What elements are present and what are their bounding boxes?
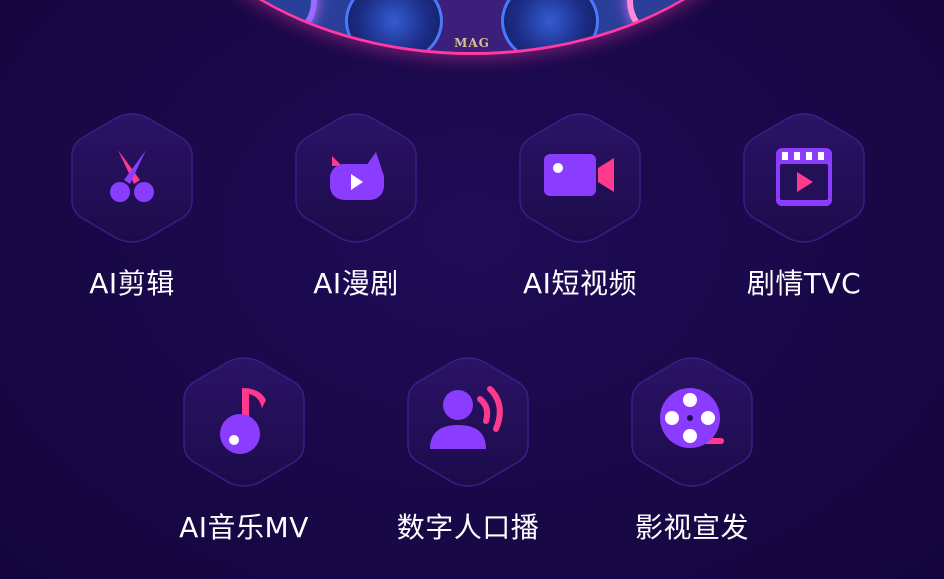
feature-tile-ai-short-video[interactable]: AI短视频	[500, 108, 660, 302]
feature-label: AI音乐MV	[179, 511, 309, 544]
video-camera-icon	[540, 148, 620, 208]
feature-label: AI短视频	[523, 267, 637, 300]
feature-label: 数字人口播	[396, 511, 540, 544]
feature-tile-film-promotion[interactable]: 影视宣发	[612, 352, 772, 546]
feature-label: AI剪辑	[89, 267, 175, 300]
feature-page: MAG AI剪辑 AI漫剧 AI短视频 剧情TVC AI音乐MV 数字人口播 影…	[0, 0, 944, 579]
hex-badge	[174, 352, 314, 492]
comic-cat-icon	[324, 144, 388, 212]
feature-tile-ai-comic[interactable]: AI漫剧	[276, 108, 436, 302]
banner-ring-right	[627, 0, 709, 42]
hex-badge	[286, 108, 426, 248]
feature-tile-story-tvc[interactable]: 剧情TVC	[724, 108, 884, 302]
hex-badge	[510, 108, 650, 248]
scissors-icon	[100, 144, 164, 212]
feature-label: 剧情TVC	[746, 267, 862, 300]
feature-tile-digital-human[interactable]: 数字人口播	[388, 352, 548, 546]
feature-tile-ai-edit[interactable]: AI剪辑	[52, 108, 212, 302]
feature-label: AI漫剧	[313, 267, 399, 300]
hex-badge	[734, 108, 874, 248]
hex-badge	[62, 108, 202, 248]
top-banner-image: MAG	[140, 0, 804, 52]
feature-tile-ai-music-mv[interactable]: AI音乐MV	[164, 352, 324, 546]
music-note-icon	[212, 384, 276, 460]
banner-ring-left	[235, 0, 317, 42]
banner-logo-text: MAG	[454, 36, 490, 50]
hex-badge	[622, 352, 762, 492]
clapperboard-icon	[772, 144, 836, 212]
hex-badge	[398, 352, 538, 492]
feature-label: 影视宣发	[634, 511, 749, 544]
banner-headphone-left	[345, 0, 443, 52]
film-reel-icon	[656, 384, 728, 460]
banner-headphone-right	[501, 0, 599, 52]
digital-human-icon	[428, 385, 508, 459]
